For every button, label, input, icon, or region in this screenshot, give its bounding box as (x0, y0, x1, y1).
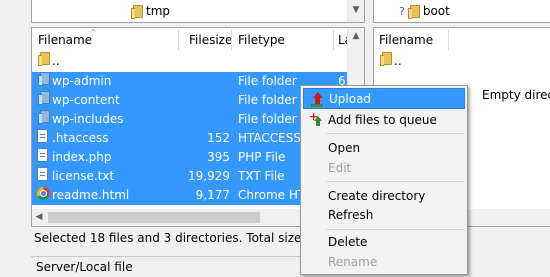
menu-item-open[interactable]: Open (303, 138, 465, 159)
menu-item-label: Refresh (328, 208, 374, 222)
folder-icon (37, 91, 50, 105)
row-size: 395 (207, 150, 230, 164)
column-header-filename[interactable]: Filename (38, 28, 92, 52)
parent-directory-row[interactable]: .. (32, 52, 352, 71)
file-icon (37, 167, 50, 181)
row-size: 152 (207, 131, 230, 145)
menu-separator (326, 229, 464, 230)
row-size: 19,929 (188, 169, 230, 183)
menu-item-label: Rename (328, 255, 378, 269)
folder-icon (37, 110, 50, 124)
local-tree-pane[interactable]: tmp ▼ (31, 0, 365, 23)
empty-directory-message: Empty director (482, 88, 550, 102)
folder-icon (37, 52, 50, 66)
menu-item-label: Open (328, 141, 361, 155)
folder-icon (131, 4, 143, 19)
tree-item-boot[interactable]: ? boot (399, 1, 450, 21)
menu-item-refresh[interactable]: Refresh (303, 205, 465, 226)
column-separator[interactable] (178, 30, 179, 50)
column-header-filename[interactable]: Filename (379, 28, 433, 52)
scroll-up-arrow-icon[interactable]: ▲ (348, 28, 364, 45)
column-separator[interactable] (448, 30, 449, 50)
row-name: index.php (52, 150, 112, 164)
menu-item-label: Add files to queue (328, 113, 437, 127)
parent-directory-row[interactable]: .. (374, 52, 544, 71)
row-name: wp-includes (52, 112, 124, 126)
folder-icon (37, 72, 50, 86)
context-menu: Upload + Add files to queue Open Edit Cr… (300, 85, 468, 275)
folder-icon (407, 4, 420, 19)
menu-item-upload[interactable]: Upload (303, 88, 465, 109)
remote-tree-pane[interactable]: ? boot (373, 0, 550, 23)
add-to-queue-icon: + (309, 111, 325, 128)
menu-separator (326, 181, 464, 182)
column-separator[interactable] (333, 30, 334, 50)
menu-item-label: Delete (328, 235, 368, 249)
tree-item-tmp[interactable]: tmp (130, 1, 170, 21)
column-header-filetype[interactable]: Filetype (238, 28, 285, 52)
file-icon (37, 129, 50, 143)
menu-item-label: Create directory (328, 189, 426, 203)
folder-icon (379, 52, 392, 66)
menu-item-rename[interactable]: Rename (303, 252, 465, 273)
row-name: .. (394, 54, 402, 68)
row-name: readme.html (52, 188, 130, 202)
row-name: .htaccess (52, 131, 109, 145)
menu-item-delete[interactable]: Delete (303, 232, 465, 253)
column-header-filesize[interactable]: Filesize (189, 28, 232, 52)
unknown-state-icon: ? (399, 4, 405, 18)
tree-item-label: tmp (146, 4, 171, 18)
queue-column-server-local-file[interactable]: Server/Local file (36, 260, 133, 274)
file-icon (37, 148, 50, 162)
scroll-down-arrow-icon[interactable]: ▼ (348, 2, 364, 19)
menu-separator (326, 133, 464, 134)
chrome-icon (37, 186, 50, 200)
menu-item-label: Edit (328, 161, 352, 175)
row-size: 9,177 (195, 188, 230, 202)
menu-item-add-to-queue[interactable]: + Add files to queue (303, 110, 465, 131)
menu-item-label: Upload (329, 92, 372, 106)
scroll-left-arrow-icon[interactable]: ◀ (32, 209, 46, 226)
row-name: wp-admin (52, 74, 112, 88)
menu-item-edit[interactable]: Edit (303, 158, 465, 179)
upload-icon (310, 92, 324, 107)
column-separator[interactable] (231, 30, 232, 50)
row-name: .. (52, 54, 60, 68)
row-name: license.txt (52, 169, 115, 183)
menu-item-create-directory[interactable]: Create directory (303, 186, 465, 207)
tree-item-label: boot (422, 4, 450, 18)
scrollbar-thumb[interactable] (48, 212, 260, 223)
local-tree-scrollbar[interactable]: ▼ (347, 0, 364, 22)
row-name: wp-content (52, 93, 120, 107)
